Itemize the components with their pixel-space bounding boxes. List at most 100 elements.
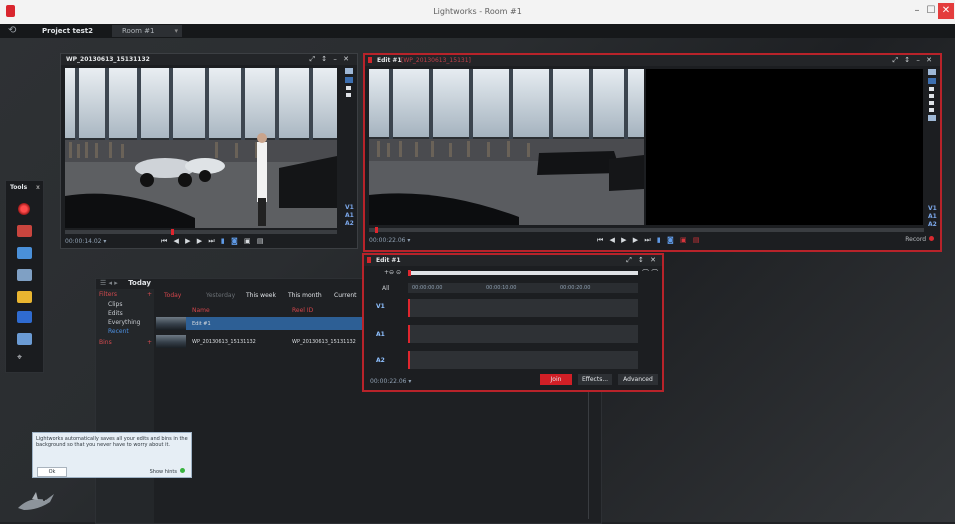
- effects-tool-icon[interactable]: [17, 311, 32, 323]
- sidebar-item-recent[interactable]: Recent: [108, 328, 129, 335]
- close-icon[interactable]: x: [36, 184, 40, 191]
- add-filter-icon[interactable]: +: [147, 291, 152, 298]
- edit-timecode[interactable]: 00:00:22.06 ▾: [369, 237, 410, 244]
- close-button[interactable]: ✕: [938, 3, 954, 19]
- export-tool-icon[interactable]: [17, 333, 32, 345]
- timeline-end-icons[interactable]: ⌒ ⌒: [642, 268, 658, 278]
- playhead[interactable]: [408, 270, 411, 276]
- ok-button[interactable]: Ok: [37, 467, 67, 477]
- track-a1-row[interactable]: [408, 325, 638, 343]
- back-icon[interactable]: ⟲: [8, 25, 16, 36]
- column-header-reel-id[interactable]: Reel ID: [292, 307, 313, 314]
- tab-current[interactable]: Current: [334, 292, 357, 299]
- source-timecode[interactable]: 00:00:14.02 ▾: [65, 238, 106, 245]
- track-a2-label[interactable]: A2: [345, 220, 354, 228]
- mark-in-icon[interactable]: ▣ ▤: [680, 236, 701, 244]
- title-bar: Lightworks - Room #1 – ☐ ✕: [0, 0, 955, 24]
- edit-scrub-bar[interactable]: [369, 227, 924, 233]
- edit-transport-controls[interactable]: ⏮ ◀ ▶ ▶ ⏭ ▮ ◙ ▣ ▤: [597, 236, 701, 245]
- folder-icon[interactable]: [345, 68, 353, 74]
- mark-icon[interactable]: [346, 86, 351, 90]
- track-v1-row[interactable]: [408, 299, 638, 317]
- bin-nav-icons[interactable]: ☰ ◂ ▸: [100, 279, 118, 287]
- hint-tooltip: Lightworks automatically saves all your …: [32, 432, 192, 478]
- timeline-window-controls[interactable]: ⤢ ↕ ✕: [626, 256, 658, 265]
- flag-icon[interactable]: [346, 93, 351, 97]
- add-bin-icon[interactable]: +: [147, 339, 152, 346]
- shark-logo-icon: [18, 492, 54, 510]
- bins-header: ☰ ◂ ▸ Today: [100, 279, 151, 287]
- tab-today[interactable]: Today: [164, 292, 181, 299]
- sidebar-item-clips[interactable]: Clips: [108, 301, 122, 308]
- redo-icon[interactable]: [929, 108, 934, 112]
- tab-this-month[interactable]: This month: [288, 292, 322, 299]
- sidebar-item-everything[interactable]: Everything: [108, 319, 140, 326]
- project-bar: ⟲ Project test2 Room #1 ▾: [0, 24, 955, 39]
- track-v1-label[interactable]: V1: [376, 303, 385, 310]
- advanced-button[interactable]: Advanced: [618, 374, 658, 385]
- timeline-header[interactable]: Edit #1 ⤢ ↕ ✕: [364, 255, 662, 266]
- minimize-button[interactable]: –: [910, 3, 924, 19]
- viewer-tool-icon[interactable]: [17, 269, 32, 281]
- edit-viewer-header[interactable]: Edit #1 [WP_20130613_15131] ⤢ ↕ – ✕: [365, 55, 940, 66]
- source-viewer[interactable]: WP_20130613_15131132 ⤢ ↕ – ✕ V1 A1 A2 00…: [60, 53, 358, 249]
- edit-marker-icon: [367, 257, 371, 263]
- filters-group[interactable]: Filters +: [99, 291, 152, 298]
- playhead[interactable]: [374, 227, 378, 233]
- track-v1-label[interactable]: V1: [345, 204, 354, 212]
- mark-icon[interactable]: [929, 87, 934, 91]
- chevron-down-icon[interactable]: ▾: [174, 25, 178, 37]
- undo-icon[interactable]: [929, 101, 934, 105]
- effects-button[interactable]: Effects...: [578, 374, 612, 385]
- timeline-scroll-bar[interactable]: [408, 270, 638, 276]
- track-a1-label[interactable]: A1: [928, 213, 937, 221]
- source-video-frame[interactable]: [65, 68, 337, 228]
- list-icon[interactable]: [928, 78, 936, 84]
- track-v1-label[interactable]: V1: [928, 205, 937, 213]
- transport-buttons[interactable]: ⏮ ◀ ▶ ▶ ⏭: [597, 236, 653, 244]
- sync-tool-icon[interactable]: [17, 225, 32, 237]
- track-a2-row[interactable]: [408, 351, 638, 369]
- record-tool-icon[interactable]: [18, 203, 30, 215]
- edit-tool-icon[interactable]: [17, 247, 32, 259]
- project-name[interactable]: Project test2: [42, 27, 93, 35]
- all-tracks-label[interactable]: All: [382, 285, 389, 292]
- bins-group[interactable]: Bins +: [99, 339, 152, 346]
- sync-icon[interactable]: ▮ ◙: [221, 237, 240, 245]
- room-tab[interactable]: Room #1 ▾: [112, 25, 182, 37]
- record-button[interactable]: Record: [905, 236, 934, 243]
- bin-tool-icon[interactable]: [17, 291, 32, 303]
- track-a2-label[interactable]: A2: [376, 357, 385, 364]
- viewer-window-controls[interactable]: ⤢ ↕ – ✕: [892, 56, 934, 65]
- folder-icon[interactable]: [928, 69, 936, 75]
- source-viewer-header[interactable]: WP_20130613_15131132 ⤢ ↕ – ✕: [61, 54, 357, 65]
- timeline-timecode[interactable]: 00:00:22.06 ▾: [370, 378, 411, 385]
- zoom-controls[interactable]: +⊖ ⊝: [384, 269, 401, 276]
- edit-viewer[interactable]: Edit #1 [WP_20130613_15131] ⤢ ↕ – ✕ V1 A…: [363, 53, 942, 252]
- ruler-tick: 00:00:20.00: [560, 285, 591, 291]
- track-a1-label[interactable]: A1: [376, 331, 385, 338]
- viewer-window-controls[interactable]: ⤢ ↕ – ✕: [309, 55, 351, 64]
- tab-this-week[interactable]: This week: [246, 292, 276, 299]
- export-icon[interactable]: [928, 115, 936, 121]
- column-header-name[interactable]: Name: [192, 307, 210, 314]
- flag-icon[interactable]: [929, 94, 934, 98]
- tab-yesterday[interactable]: Yesterday: [206, 292, 235, 299]
- transport-buttons[interactable]: ⏮ ◀ ▶ ▶ ⏭: [161, 237, 217, 245]
- playhead[interactable]: [171, 229, 175, 235]
- maximize-button[interactable]: ☐: [924, 3, 938, 19]
- join-button[interactable]: Join: [540, 374, 572, 385]
- timeline-panel[interactable]: Edit #1 ⤢ ↕ ✕ +⊖ ⊝ ⌒ ⌒ All 00:00:00.00 0…: [362, 253, 664, 392]
- track-a2-label[interactable]: A2: [928, 221, 937, 229]
- track-a1-label[interactable]: A1: [345, 212, 354, 220]
- timeline-ruler[interactable]: 00:00:00.00 00:00:10.00 00:00:20.00: [408, 283, 638, 293]
- marks-tool-icon[interactable]: ⌖: [17, 353, 32, 365]
- source-transport-controls[interactable]: ⏮ ◀ ▶ ▶ ⏭ ▮ ◙ ▣ ▤: [161, 237, 265, 246]
- show-hints-toggle[interactable]: Show hints: [150, 468, 185, 475]
- sidebar-item-edits[interactable]: Edits: [108, 310, 123, 317]
- mark-in-icon[interactable]: ▣ ▤: [244, 237, 265, 245]
- edit-video-frame[interactable]: [369, 69, 644, 225]
- source-scrub-bar[interactable]: [65, 229, 337, 235]
- list-icon[interactable]: [345, 77, 353, 83]
- sync-icon[interactable]: ▮ ◙: [657, 236, 676, 244]
